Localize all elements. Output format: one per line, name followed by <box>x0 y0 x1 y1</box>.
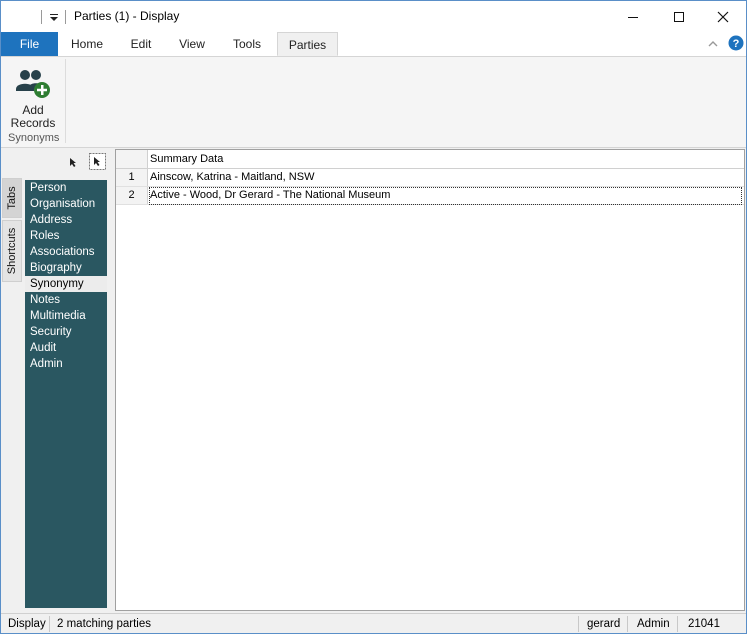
select-tool-icon[interactable] <box>89 153 106 170</box>
status-separator <box>627 616 628 632</box>
column-header-summary-data[interactable]: Summary Data <box>150 153 223 165</box>
tab-file[interactable]: File <box>1 32 58 56</box>
ribbon-group-separator <box>65 59 66 143</box>
table-row[interactable]: 1 Ainscow, Katrina - Maitland, NSW <box>116 169 744 187</box>
grid-header: Summary Data <box>116 150 744 169</box>
nav-item-roles[interactable]: Roles <box>25 228 107 244</box>
status-id: 21041 <box>688 618 720 630</box>
nav-item-admin[interactable]: Admin <box>25 356 107 372</box>
status-separator <box>578 616 579 632</box>
title-separator <box>65 10 66 24</box>
row-summary-cell[interactable]: Ainscow, Katrina - Maitland, NSW <box>150 169 314 186</box>
nav-item-associations[interactable]: Associations <box>25 244 107 260</box>
add-records-button[interactable]: Add Records <box>5 63 61 131</box>
ribbon-panel: Add Records Synonyms <box>1 57 746 148</box>
row-number[interactable]: 1 <box>116 169 148 186</box>
add-records-label-line2: Records <box>10 116 56 130</box>
results-grid: Summary Data 1 Ainscow, Katrina - Maitla… <box>115 149 745 611</box>
add-records-label: Add Records <box>5 104 61 130</box>
window-title: Parties (1) - Display <box>74 9 180 23</box>
nav-item-audit[interactable]: Audit <box>25 340 107 356</box>
add-user-icon <box>16 70 50 98</box>
nav-item-organisation[interactable]: Organisation <box>25 196 107 212</box>
title-bar: Parties (1) - Display <box>1 1 746 32</box>
tab-edit[interactable]: Edit <box>117 32 165 56</box>
status-matches: 2 matching parties <box>57 618 151 630</box>
side-tab-tabs[interactable]: Tabs <box>2 178 22 218</box>
close-icon <box>717 11 729 22</box>
maximize-button[interactable] <box>656 1 702 32</box>
minimize-button[interactable] <box>610 1 656 32</box>
app-window: Parties (1) - Display File Home Edit Vie… <box>0 0 747 634</box>
status-role: Admin <box>637 618 670 630</box>
status-bar: Display 2 matching parties gerard Admin … <box>1 613 746 633</box>
maximize-icon <box>674 11 684 22</box>
close-button[interactable] <box>700 1 746 32</box>
nav-list: Person Organisation Address Roles Associ… <box>25 180 107 608</box>
status-user: gerard <box>587 618 621 630</box>
nav-item-biography[interactable]: Biography <box>25 260 107 276</box>
tab-parties[interactable]: Parties <box>277 32 338 56</box>
tab-home[interactable]: Home <box>60 32 114 56</box>
nav-item-person[interactable]: Person <box>25 180 107 196</box>
grid-corner[interactable] <box>116 150 148 168</box>
minimize-icon <box>628 16 638 18</box>
table-row[interactable]: 2 Active - Wood, Dr Gerard - The Nationa… <box>116 187 744 205</box>
status-mode: Display <box>8 618 46 630</box>
side-tab-shortcuts-label: Shortcuts <box>6 227 18 275</box>
nav-item-multimedia[interactable]: Multimedia <box>25 308 107 324</box>
side-tab-shortcuts[interactable]: Shortcuts <box>2 220 22 282</box>
svg-text:?: ? <box>733 38 740 50</box>
qat-separator <box>41 10 42 24</box>
status-separator <box>677 616 678 632</box>
tab-view[interactable]: View <box>167 32 217 56</box>
nav-item-synonymy[interactable]: Synonymy <box>25 276 107 292</box>
side-tab-tabs-label: Tabs <box>6 186 18 210</box>
tab-tools[interactable]: Tools <box>220 32 274 56</box>
left-panel: Tabs Shortcuts Person Organisation Addre… <box>1 148 113 612</box>
row-number[interactable]: 2 <box>116 187 148 204</box>
ribbon-group-label: Synonyms <box>8 132 60 144</box>
ribbon-tabs: File Home Edit View Tools Parties ? <box>1 32 746 57</box>
nav-item-address[interactable]: Address <box>25 212 107 228</box>
row-summary-cell[interactable]: Active - Wood, Dr Gerard - The National … <box>150 187 390 204</box>
quick-access-dropdown-icon[interactable] <box>47 9 61 25</box>
nav-item-notes[interactable]: Notes <box>25 292 107 308</box>
collapse-ribbon-icon[interactable] <box>706 37 720 54</box>
help-icon[interactable]: ? <box>728 35 744 54</box>
status-separator <box>49 616 50 632</box>
nav-item-security[interactable]: Security <box>25 324 107 340</box>
pointer-tool-icon[interactable] <box>67 156 79 171</box>
